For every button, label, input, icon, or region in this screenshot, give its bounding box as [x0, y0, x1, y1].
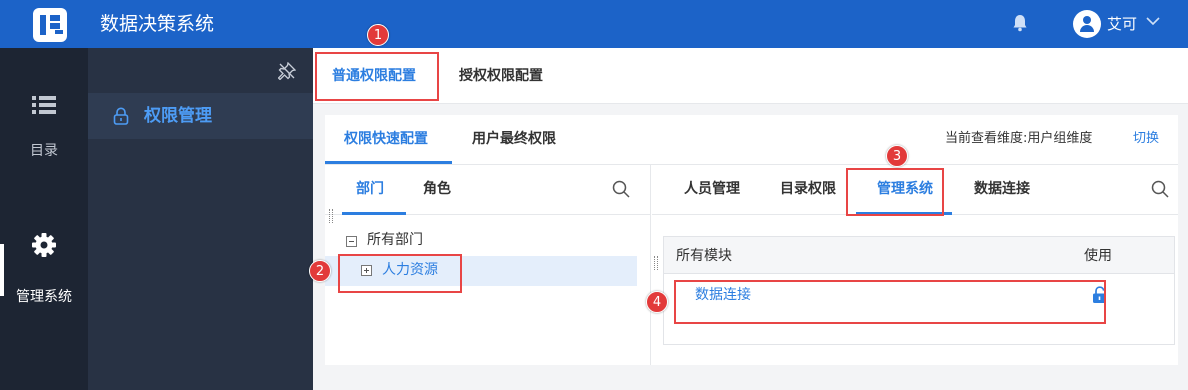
- tree-node-label: 所有部门: [367, 232, 423, 248]
- column-header-module: 所有模块: [676, 248, 732, 264]
- step-marker: 4: [646, 291, 668, 313]
- gear-icon: [32, 233, 56, 257]
- user-name[interactable]: 艾可: [1107, 13, 1137, 35]
- table-header: 所有模块 使用: [664, 237, 1174, 274]
- tab-quick-config[interactable]: 权限快速配置: [344, 128, 428, 150]
- column-header-use: 使用: [1084, 248, 1112, 264]
- sub-tabs: 权限快速配置 用户最终权限 当前查看维度:用户组维度 切换: [325, 115, 1178, 165]
- tab-user-management[interactable]: 人员管理: [684, 178, 740, 200]
- resize-handle[interactable]: [654, 256, 658, 270]
- step-marker: 3: [886, 145, 908, 167]
- tab-data-connection[interactable]: 数据连接: [974, 178, 1030, 200]
- rail-item-label: 管理系统: [16, 289, 72, 305]
- logo-icon: [33, 8, 67, 42]
- bell-icon[interactable]: [1012, 14, 1028, 32]
- main-content: 普通权限配置 授权权限配置 权限快速配置 用户最终权限 当前查看维度:用户组维度…: [313, 48, 1188, 390]
- search-icon[interactable]: [612, 180, 630, 198]
- highlight-box: [846, 168, 944, 216]
- list-icon: [32, 96, 56, 114]
- sidebar-item-permissions[interactable]: 权限管理: [88, 93, 313, 139]
- app-window: 数据决策系统 艾可 目录 管理系统 权限管理 普通权限配置 授权权限配置 权限快…: [0, 0, 1188, 390]
- rail-item-label: 目录: [30, 143, 58, 159]
- pin-icon[interactable]: [278, 62, 296, 80]
- search-icon[interactable]: [1151, 180, 1169, 198]
- tree-row[interactable]: 所有部门: [325, 226, 637, 256]
- step-marker: 1: [367, 24, 389, 46]
- chevron-down-icon[interactable]: [1146, 16, 1160, 26]
- tab-final-permission[interactable]: 用户最终权限: [472, 128, 556, 150]
- tab-grant-permission[interactable]: 授权权限配置: [459, 65, 543, 87]
- rail-item-management[interactable]: 管理系统: [0, 232, 88, 306]
- avatar[interactable]: [1073, 10, 1101, 38]
- permission-panel: 权限快速配置 用户最终权限 当前查看维度:用户组维度 切换 部门 角色 所有部门…: [325, 115, 1178, 365]
- active-tab-underline: [325, 161, 452, 164]
- highlight-box: [315, 52, 439, 101]
- pane-tabs: 部门 角色: [325, 165, 651, 215]
- left-rail: 目录 管理系统: [0, 48, 88, 390]
- highlight-box: [338, 254, 462, 293]
- sidebar-item-label: 权限管理: [144, 106, 212, 126]
- collapse-icon[interactable]: [346, 236, 357, 247]
- tab-directory-permission[interactable]: 目录权限: [780, 178, 836, 200]
- top-tabs: 普通权限配置 授权权限配置: [313, 48, 1188, 104]
- switch-dimension-link[interactable]: 切换: [1133, 129, 1159, 149]
- dimension-text: 当前查看维度:用户组维度: [945, 131, 1093, 146]
- step-marker: 2: [309, 260, 331, 282]
- highlight-box: [674, 280, 1106, 324]
- active-tab-underline: [342, 212, 406, 215]
- resize-handle[interactable]: [329, 209, 333, 223]
- lock-icon: [113, 107, 129, 125]
- tab-role[interactable]: 角色: [423, 178, 451, 200]
- app-title: 数据决策系统: [100, 13, 215, 35]
- rail-item-catalog[interactable]: 目录: [0, 94, 88, 160]
- sidebar: 权限管理: [88, 48, 313, 390]
- tab-department[interactable]: 部门: [356, 178, 384, 200]
- top-bar: 数据决策系统 艾可: [0, 0, 1188, 48]
